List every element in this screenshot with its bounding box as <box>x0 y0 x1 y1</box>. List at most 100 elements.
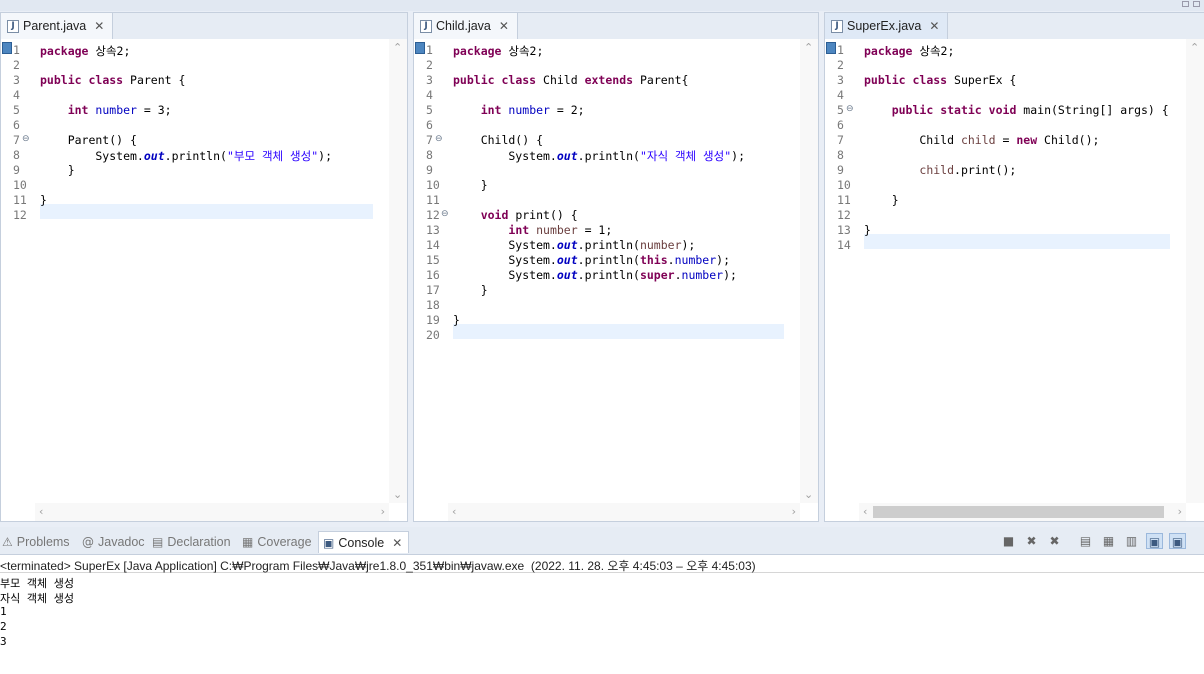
vertical-scrollbar[interactable]: ⌃ ⌄ <box>800 39 818 503</box>
editor-tabbar: J SuperEx.java ✕ <box>825 13 1204 39</box>
line-number: 9 <box>13 163 20 177</box>
code-token: ); <box>318 149 332 163</box>
code-line: void print() { <box>453 208 578 222</box>
editor-tabbar: J Child.java ✕ <box>414 13 818 39</box>
vertical-scrollbar[interactable]: ⌃ <box>1186 39 1204 503</box>
code-token: int <box>480 103 502 117</box>
close-icon[interactable]: ✕ <box>94 19 104 33</box>
word-wrap-icon[interactable]: ▦ <box>1100 533 1117 549</box>
vertical-scrollbar[interactable]: ⌃ ⌄ <box>389 39 407 503</box>
fold-collapse-icon[interactable]: ⊖ <box>22 134 30 144</box>
tab-child-java[interactable]: J Child.java ✕ <box>414 13 518 39</box>
code-token: } <box>864 193 899 207</box>
line-number: 4 <box>13 88 20 102</box>
tab-problems[interactable]: ⚠ Problems <box>2 531 70 553</box>
code-line: System.out.println("부모 객체 생성"); <box>40 148 332 164</box>
code-token: = 3; <box>136 103 172 117</box>
code-token: number <box>639 238 682 252</box>
line-number: 18 <box>426 298 440 312</box>
tab-superex-java[interactable]: J SuperEx.java ✕ <box>825 13 949 39</box>
open-console-icon[interactable]: ▣ <box>1169 533 1186 549</box>
scroll-lock-icon[interactable]: ▤ <box>1077 533 1094 549</box>
horizontal-scrollbar[interactable]: ‹ › <box>859 503 1186 521</box>
remove-all-terminated-icon[interactable]: ✖ <box>1046 533 1063 549</box>
scroll-up-icon[interactable]: ⌃ <box>1190 41 1199 54</box>
code-line: public static void main(String[] args) { <box>864 103 1169 117</box>
terminate-icon[interactable]: ■ <box>1000 533 1017 549</box>
line-number: 10 <box>426 178 440 192</box>
line-number: 7 <box>837 133 844 147</box>
close-icon[interactable]: ✕ <box>499 19 509 33</box>
maximize-icon[interactable] <box>1193 1 1200 7</box>
code-lines[interactable]: package 상속2; public class Parent { int nu… <box>40 39 387 501</box>
scroll-right-icon[interactable]: › <box>381 505 385 518</box>
scroll-left-icon[interactable]: ‹ <box>452 505 456 518</box>
fold-collapse-icon[interactable]: ⊖ <box>441 209 449 219</box>
line-number: 8 <box>426 148 433 162</box>
title-strip <box>0 0 1204 11</box>
scroll-left-icon[interactable]: ‹ <box>39 505 43 518</box>
code-lines[interactable]: package 상속2; public class Child extends P… <box>453 39 798 501</box>
fold-collapse-icon[interactable]: ⊖ <box>435 134 443 144</box>
display-selected-console-icon[interactable]: ▣ <box>1146 533 1163 549</box>
code-area[interactable]: 1 2 3 4 5 6 7 ⊖ 8 9 10 11 12 package 상속2; public clas… <box>1 39 407 521</box>
scroll-down-icon[interactable]: ⌄ <box>393 488 402 501</box>
scroll-left-icon[interactable]: ‹ <box>863 505 867 518</box>
code-line: } <box>40 193 47 207</box>
code-token: out <box>556 253 578 267</box>
tab-javadoc[interactable]: @ Javadoc <box>82 531 145 553</box>
remove-launch-icon[interactable]: ✖ <box>1023 533 1040 549</box>
code-area[interactable]: 1 2 3 4 5 ⊖ 6 7 8 9 10 11 12 13 14 package 상속2; public … <box>825 39 1204 521</box>
code-token: Parent{ <box>633 73 689 87</box>
code-line: } <box>453 178 488 192</box>
scroll-right-icon[interactable]: › <box>792 505 796 518</box>
scroll-down-icon[interactable]: ⌄ <box>804 488 813 501</box>
tab-coverage[interactable]: ▦ Coverage <box>242 531 312 553</box>
code-line: int number = 2; <box>453 103 585 117</box>
code-token: SuperEx { <box>947 73 1017 87</box>
code-token: System. <box>453 149 557 163</box>
pin-console-icon[interactable]: ▥ <box>1123 533 1140 549</box>
horizontal-scrollbar[interactable]: ‹ › <box>448 503 800 521</box>
scroll-right-icon[interactable]: › <box>1178 505 1182 518</box>
code-token: "부모 객체 생성" <box>226 149 319 163</box>
declaration-icon: ▤ <box>152 535 164 549</box>
code-line: public class Parent { <box>40 73 185 87</box>
tab-declaration[interactable]: ▤ Declaration <box>152 531 231 553</box>
code-token: } <box>453 283 488 297</box>
line-number: 3 <box>426 73 433 87</box>
code-token: public <box>864 73 906 87</box>
problems-icon: ⚠ <box>2 535 13 549</box>
bookmark-icon <box>826 42 836 54</box>
code-lines[interactable]: package 상속2; public class SuperEx { publi… <box>864 39 1184 501</box>
code-token: out <box>556 149 578 163</box>
scroll-up-icon[interactable]: ⌃ <box>804 41 813 54</box>
scroll-up-icon[interactable]: ⌃ <box>393 41 402 54</box>
horizontal-scroll-thumb[interactable] <box>873 506 1164 518</box>
code-line: package 상속2; <box>40 43 130 59</box>
minimize-icon[interactable] <box>1182 1 1189 7</box>
close-icon[interactable]: ✕ <box>392 536 402 550</box>
line-number: 13 <box>426 223 440 237</box>
code-token: ); <box>716 253 730 267</box>
editor-tabbar: J Parent.java ✕ <box>1 13 407 39</box>
code-token: = 2; <box>549 103 585 117</box>
line-number: 1 <box>837 43 844 57</box>
code-token: void <box>988 103 1017 117</box>
code-token: System. <box>40 149 144 163</box>
tab-parent-java[interactable]: J Parent.java ✕ <box>1 13 114 39</box>
code-token: number <box>536 223 578 237</box>
line-number: 6 <box>426 118 433 132</box>
code-token: .println( <box>164 149 227 163</box>
bottom-tabbar: ⚠ Problems @ Javadoc ▤ Declaration ▦ Cov… <box>0 527 1204 555</box>
code-area[interactable]: 1 2 3 4 5 6 7 ⊖ 8 9 10 11 12 ⊖ 13 14 15 16 17 18 19 20 packag… <box>414 39 818 521</box>
line-number: 11 <box>426 193 440 207</box>
horizontal-scrollbar[interactable]: ‹ › <box>35 503 389 521</box>
line-number: 10 <box>13 178 27 192</box>
tab-console[interactable]: ▣ Console ✕ <box>318 531 410 553</box>
close-icon[interactable]: ✕ <box>929 19 939 33</box>
code-line: } <box>453 283 488 297</box>
fold-collapse-icon[interactable]: ⊖ <box>846 104 854 114</box>
